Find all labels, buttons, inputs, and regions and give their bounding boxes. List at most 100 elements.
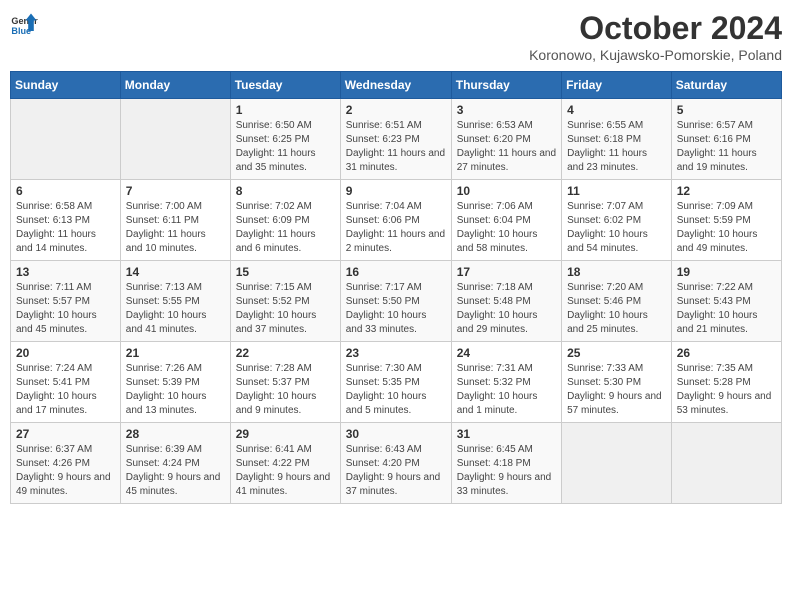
day-info: Sunrise: 7:00 AMSunset: 6:11 PMDaylight:… [126,200,225,256]
day-info: Sunrise: 7:33 AMSunset: 5:30 PMDaylight:… [567,362,666,418]
calendar-cell: 11 Sunrise: 7:07 AMSunset: 6:02 PMDayligh… [562,180,672,261]
day-number: 10 [457,184,556,198]
day-number: 5 [677,103,776,117]
day-info: Sunrise: 7:35 AMSunset: 5:28 PMDaylight:… [677,362,776,418]
day-info: Sunrise: 7:02 AMSunset: 6:09 PMDaylight:… [236,200,335,256]
calendar-cell: 9 Sunrise: 7:04 AMSunset: 6:06 PMDaylight… [340,180,451,261]
calendar-cell: 21 Sunrise: 7:26 AMSunset: 5:39 PMDayligh… [120,342,230,423]
calendar-cell: 28 Sunrise: 6:39 AMSunset: 4:24 PMDayligh… [120,423,230,504]
week-row-3: 13 Sunrise: 7:11 AMSunset: 5:57 PMDayligh… [11,261,782,342]
calendar-cell: 6 Sunrise: 6:58 AMSunset: 6:13 PMDaylight… [11,180,121,261]
day-number: 16 [346,265,446,279]
day-info: Sunrise: 7:06 AMSunset: 6:04 PMDaylight:… [457,200,556,256]
day-info: Sunrise: 6:43 AMSunset: 4:20 PMDaylight:… [346,443,446,499]
day-number: 24 [457,346,556,360]
day-info: Sunrise: 6:37 AMSunset: 4:26 PMDaylight:… [16,443,115,499]
day-number: 2 [346,103,446,117]
calendar-cell: 1 Sunrise: 6:50 AMSunset: 6:25 PMDaylight… [230,99,340,180]
day-info: Sunrise: 7:20 AMSunset: 5:46 PMDaylight:… [567,281,666,337]
day-number: 30 [346,427,446,441]
day-info: Sunrise: 7:28 AMSunset: 5:37 PMDaylight:… [236,362,335,418]
day-info: Sunrise: 7:24 AMSunset: 5:41 PMDaylight:… [16,362,115,418]
day-info: Sunrise: 7:07 AMSunset: 6:02 PMDaylight:… [567,200,666,256]
week-row-1: 1 Sunrise: 6:50 AMSunset: 6:25 PMDaylight… [11,99,782,180]
col-header-thursday: Thursday [451,72,561,99]
week-row-4: 20 Sunrise: 7:24 AMSunset: 5:41 PMDayligh… [11,342,782,423]
header-row: SundayMondayTuesdayWednesdayThursdayFrid… [11,72,782,99]
day-info: Sunrise: 6:50 AMSunset: 6:25 PMDaylight:… [236,119,335,175]
day-info: Sunrise: 7:22 AMSunset: 5:43 PMDaylight:… [677,281,776,337]
day-number: 8 [236,184,335,198]
page-header: General Blue October 2024 Koronowo, Kuja… [10,10,782,63]
day-number: 21 [126,346,225,360]
calendar-cell: 12 Sunrise: 7:09 AMSunset: 5:59 PMDayligh… [671,180,781,261]
day-number: 31 [457,427,556,441]
calendar-cell: 29Sunrise: 6:41 AMSunset: 4:22 PMDayligh… [230,423,340,504]
calendar-cell [671,423,781,504]
day-info: Sunrise: 6:53 AMSunset: 6:20 PMDaylight:… [457,119,556,175]
day-info: Sunrise: 7:17 AMSunset: 5:50 PMDaylight:… [346,281,446,337]
day-number: 17 [457,265,556,279]
day-info: Sunrise: 7:04 AMSunset: 6:06 PMDaylight:… [346,200,446,256]
day-number: 11 [567,184,666,198]
col-header-friday: Friday [562,72,672,99]
calendar-cell: 27 Sunrise: 6:37 AMSunset: 4:26 PMDayligh… [11,423,121,504]
location-title: Koronowo, Kujawsko-Pomorskie, Poland [529,47,782,63]
day-number: 28 [126,427,225,441]
calendar-cell: 13 Sunrise: 7:11 AMSunset: 5:57 PMDayligh… [11,261,121,342]
calendar-cell: 17 Sunrise: 7:18 AMSunset: 5:48 PMDayligh… [451,261,561,342]
day-info: Sunrise: 7:30 AMSunset: 5:35 PMDaylight:… [346,362,446,418]
logo-icon: General Blue [10,10,38,38]
day-info: Sunrise: 7:11 AMSunset: 5:57 PMDaylight:… [16,281,115,337]
calendar-cell: 4Sunrise: 6:55 AMSunset: 6:18 PMDaylight… [562,99,672,180]
day-info: Sunrise: 7:09 AMSunset: 5:59 PMDaylight:… [677,200,776,256]
day-number: 6 [16,184,115,198]
calendar-cell: 19Sunrise: 7:22 AMSunset: 5:43 PMDayligh… [671,261,781,342]
col-header-sunday: Sunday [11,72,121,99]
day-number: 14 [126,265,225,279]
day-number: 26 [677,346,776,360]
day-number: 18 [567,265,666,279]
day-info: Sunrise: 7:13 AMSunset: 5:55 PMDaylight:… [126,281,225,337]
day-info: Sunrise: 6:57 AMSunset: 6:16 PMDaylight:… [677,119,776,175]
week-row-5: 27 Sunrise: 6:37 AMSunset: 4:26 PMDayligh… [11,423,782,504]
calendar-cell: 8 Sunrise: 7:02 AMSunset: 6:09 PMDaylight… [230,180,340,261]
calendar-cell: 5 Sunrise: 6:57 AMSunset: 6:16 PMDaylight… [671,99,781,180]
calendar-cell: 22 Sunrise: 7:28 AMSunset: 5:37 PMDayligh… [230,342,340,423]
day-info: Sunrise: 6:39 AMSunset: 4:24 PMDaylight:… [126,443,225,499]
day-number: 9 [346,184,446,198]
day-info: Sunrise: 6:58 AMSunset: 6:13 PMDaylight:… [16,200,115,256]
logo: General Blue [10,10,38,38]
calendar-cell [120,99,230,180]
day-number: 20 [16,346,115,360]
day-number: 1 [236,103,335,117]
day-info: Sunrise: 7:26 AMSunset: 5:39 PMDaylight:… [126,362,225,418]
day-info: Sunrise: 7:15 AMSunset: 5:52 PMDaylight:… [236,281,335,337]
day-info: Sunrise: 7:31 AMSunset: 5:32 PMDaylight:… [457,362,556,418]
calendar-cell: 14 Sunrise: 7:13 AMSunset: 5:55 PMDayligh… [120,261,230,342]
day-number: 12 [677,184,776,198]
day-number: 13 [16,265,115,279]
day-info: Sunrise: 6:51 AMSunset: 6:23 PMDaylight:… [346,119,446,175]
calendar-cell: 15 Sunrise: 7:15 AMSunset: 5:52 PMDayligh… [230,261,340,342]
day-number: 7 [126,184,225,198]
calendar-cell: 10 Sunrise: 7:06 AMSunset: 6:04 PMDayligh… [451,180,561,261]
day-number: 15 [236,265,335,279]
day-number: 27 [16,427,115,441]
title-area: October 2024 Koronowo, Kujawsko-Pomorski… [529,10,782,63]
calendar-cell: 30 Sunrise: 6:43 AMSunset: 4:20 PMDayligh… [340,423,451,504]
calendar-cell: 20 Sunrise: 7:24 AMSunset: 5:41 PMDayligh… [11,342,121,423]
calendar-table: SundayMondayTuesdayWednesdayThursdayFrid… [10,71,782,504]
calendar-cell: 25 Sunrise: 7:33 AMSunset: 5:30 PMDayligh… [562,342,672,423]
day-info: Sunrise: 7:18 AMSunset: 5:48 PMDaylight:… [457,281,556,337]
day-info: Sunrise: 6:55 AMSunset: 6:18 PMDaylight:… [567,119,666,175]
svg-text:Blue: Blue [11,26,31,36]
col-header-tuesday: Tuesday [230,72,340,99]
calendar-cell: 18 Sunrise: 7:20 AMSunset: 5:46 PMDayligh… [562,261,672,342]
calendar-cell: 2 Sunrise: 6:51 AMSunset: 6:23 PMDaylight… [340,99,451,180]
day-number: 22 [236,346,335,360]
day-number: 25 [567,346,666,360]
calendar-cell [562,423,672,504]
calendar-cell: 23Sunrise: 7:30 AMSunset: 5:35 PMDayligh… [340,342,451,423]
month-title: October 2024 [529,10,782,47]
